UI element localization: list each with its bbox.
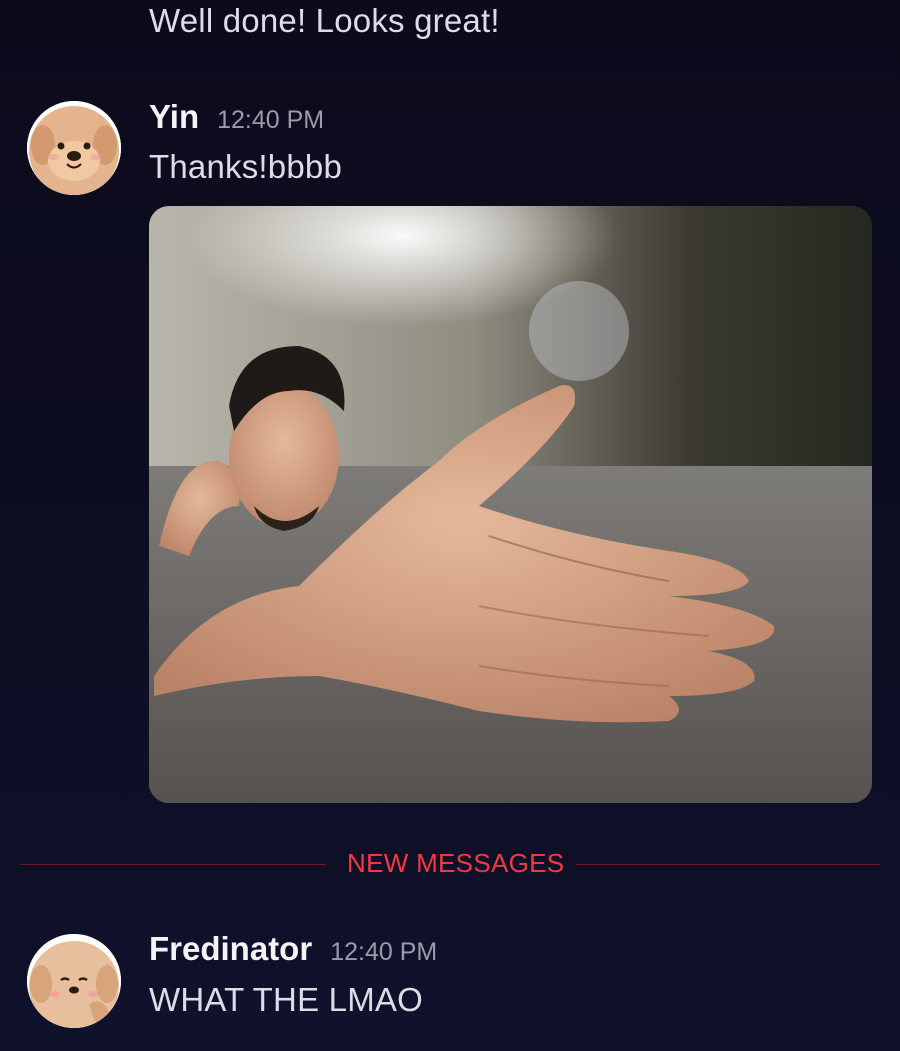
message-header-fredinator: Fredinator 12:40 PM <box>149 930 437 968</box>
message-text[interactable]: Well done! Looks great! <box>149 2 500 40</box>
dog-avatar-icon <box>27 934 121 1028</box>
username-yin[interactable]: Yin <box>149 98 199 136</box>
divider-line <box>20 864 326 865</box>
divider-line <box>576 864 880 865</box>
timestamp: 12:40 PM <box>217 106 325 134</box>
image-attachment[interactable] <box>149 206 872 803</box>
dog-avatar-icon <box>27 101 121 195</box>
message-header-yin: Yin 12:40 PM <box>149 98 324 136</box>
new-messages-divider: NEW MESSAGES <box>20 848 880 878</box>
user-avatar-yin[interactable] <box>27 101 121 195</box>
message-text[interactable]: Thanks!bbbb <box>149 148 342 186</box>
chat-message-list: Well done! Looks great! Yin 12:40 PM Tha… <box>0 0 900 1051</box>
username-fredinator[interactable]: Fredinator <box>149 930 312 968</box>
meme-photo <box>149 206 872 803</box>
user-avatar-fredinator[interactable] <box>27 934 121 1028</box>
message-text[interactable]: WHAT THE LMAO <box>149 981 423 1019</box>
timestamp: 12:40 PM <box>330 938 438 966</box>
new-messages-label: NEW MESSAGES <box>347 848 565 878</box>
